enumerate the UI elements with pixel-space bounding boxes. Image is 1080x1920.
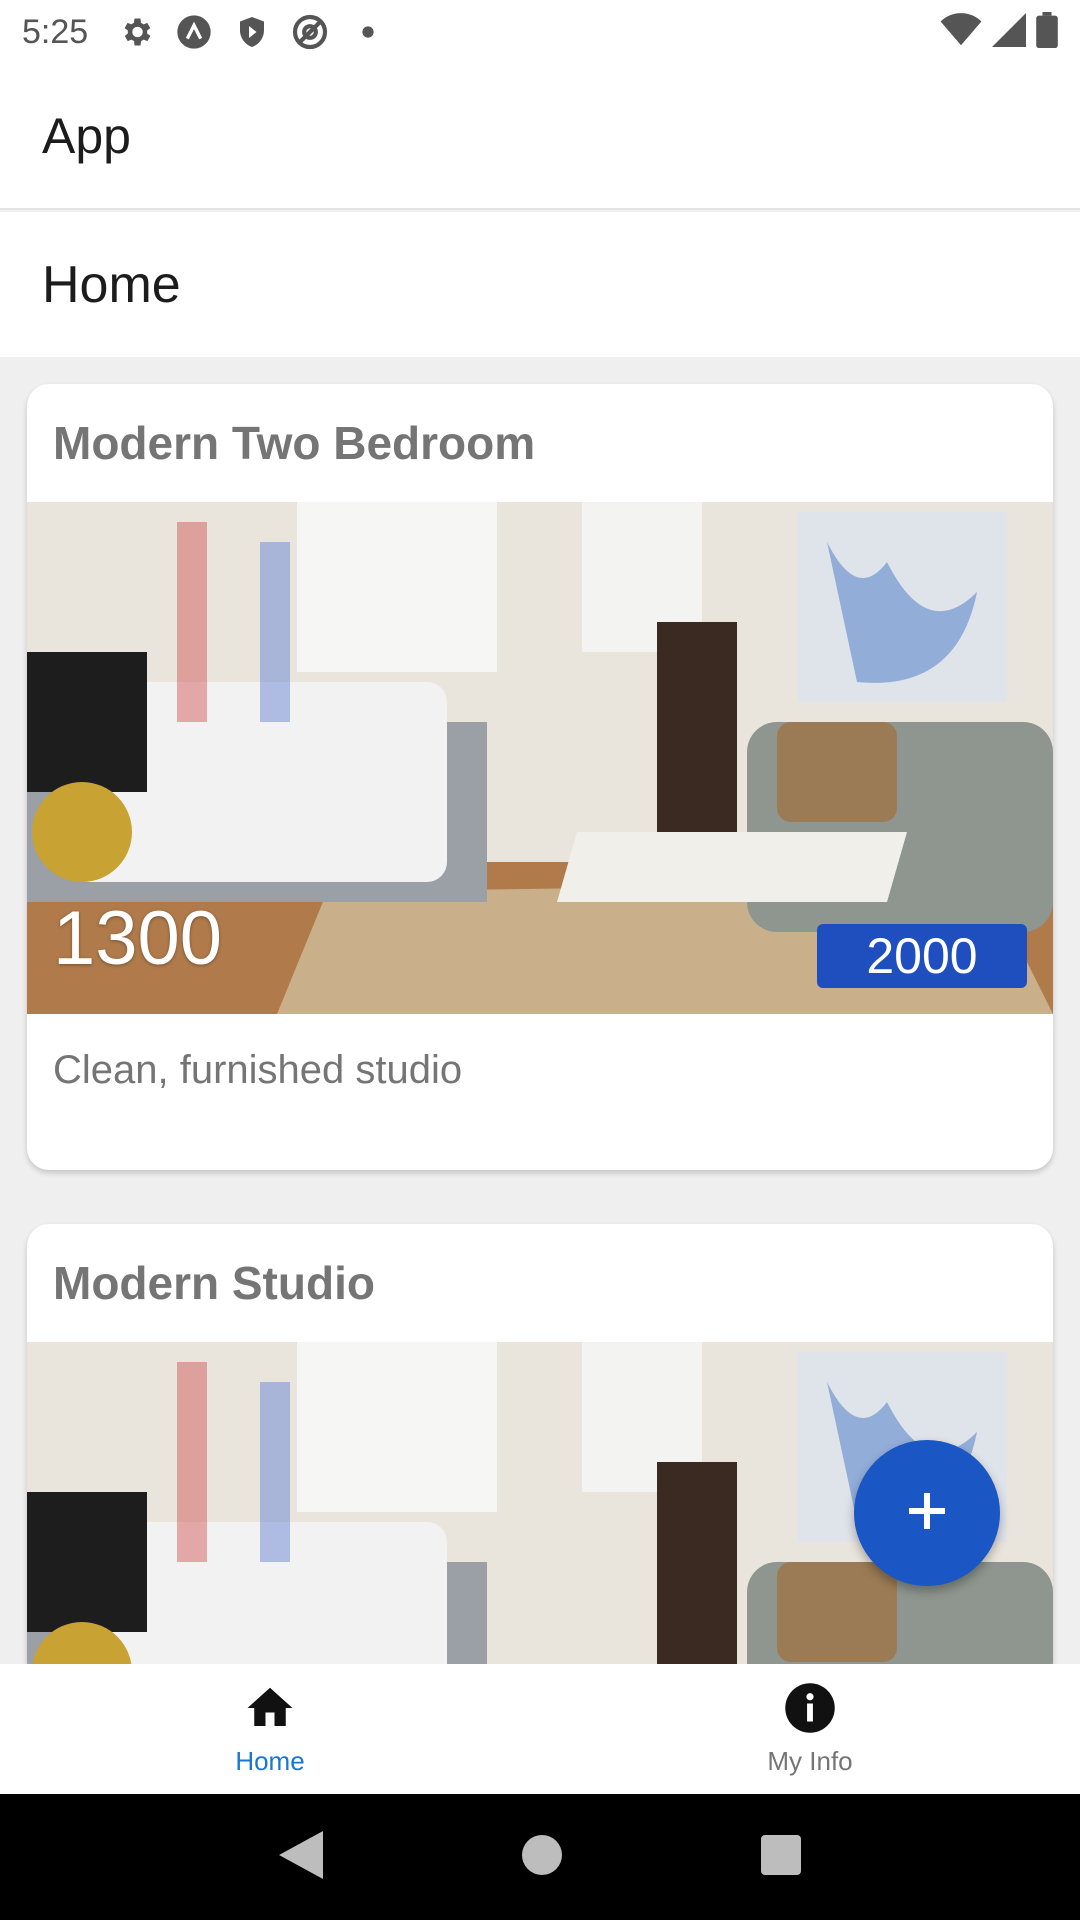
nav-label-home: Home	[235, 1746, 305, 1776]
bottom-navigation: Home My Info	[0, 1664, 1080, 1794]
page-header: Home	[0, 212, 1080, 357]
status-bar: 5:25	[0, 0, 1080, 64]
vpn-icon	[174, 12, 214, 52]
nav-item-home[interactable]: Home	[0, 1664, 540, 1794]
settings-icon	[116, 12, 156, 52]
dot-icon	[348, 12, 388, 52]
listing-title: Modern Two Bedroom	[53, 417, 536, 469]
page-title: Home	[42, 255, 181, 314]
nav-label-my-info: My Info	[767, 1746, 853, 1776]
apartment-photo: 1300 2000	[27, 502, 1053, 1014]
add-listing-button[interactable]	[854, 1440, 1000, 1586]
wifi-icon	[940, 12, 982, 52]
home-circle-icon[interactable]	[521, 1834, 562, 1880]
listing-title: Modern Studio	[53, 1257, 375, 1309]
home-icon	[243, 1681, 297, 1740]
app-screen: 5:25 App Home Modern Two Bedroom 1300 20…	[0, 0, 1080, 1920]
info-icon	[783, 1681, 837, 1740]
status-time: 5:25	[22, 12, 89, 51]
status-system-icons	[940, 11, 1058, 53]
listing-card[interactable]: Modern Two Bedroom 1300 2000 Clean, furn…	[27, 384, 1053, 1170]
at-icon	[290, 12, 330, 52]
status-notification-icons	[116, 12, 388, 52]
app-bar: App	[0, 64, 1080, 210]
battery-icon	[1036, 11, 1058, 53]
signal-icon	[992, 12, 1026, 52]
listing-price: 1300	[53, 896, 223, 981]
shield-play-icon	[232, 12, 272, 52]
plus-icon	[903, 1487, 951, 1540]
listing-description: Clean, furnished studio	[53, 1048, 463, 1092]
nav-item-my-info[interactable]: My Info	[540, 1664, 1080, 1794]
system-navigation-bar	[0, 1794, 1080, 1920]
app-title: App	[42, 108, 131, 164]
listing-badge: 2000	[817, 924, 1027, 988]
recents-icon[interactable]	[760, 1834, 801, 1880]
back-icon[interactable]	[279, 1830, 324, 1884]
